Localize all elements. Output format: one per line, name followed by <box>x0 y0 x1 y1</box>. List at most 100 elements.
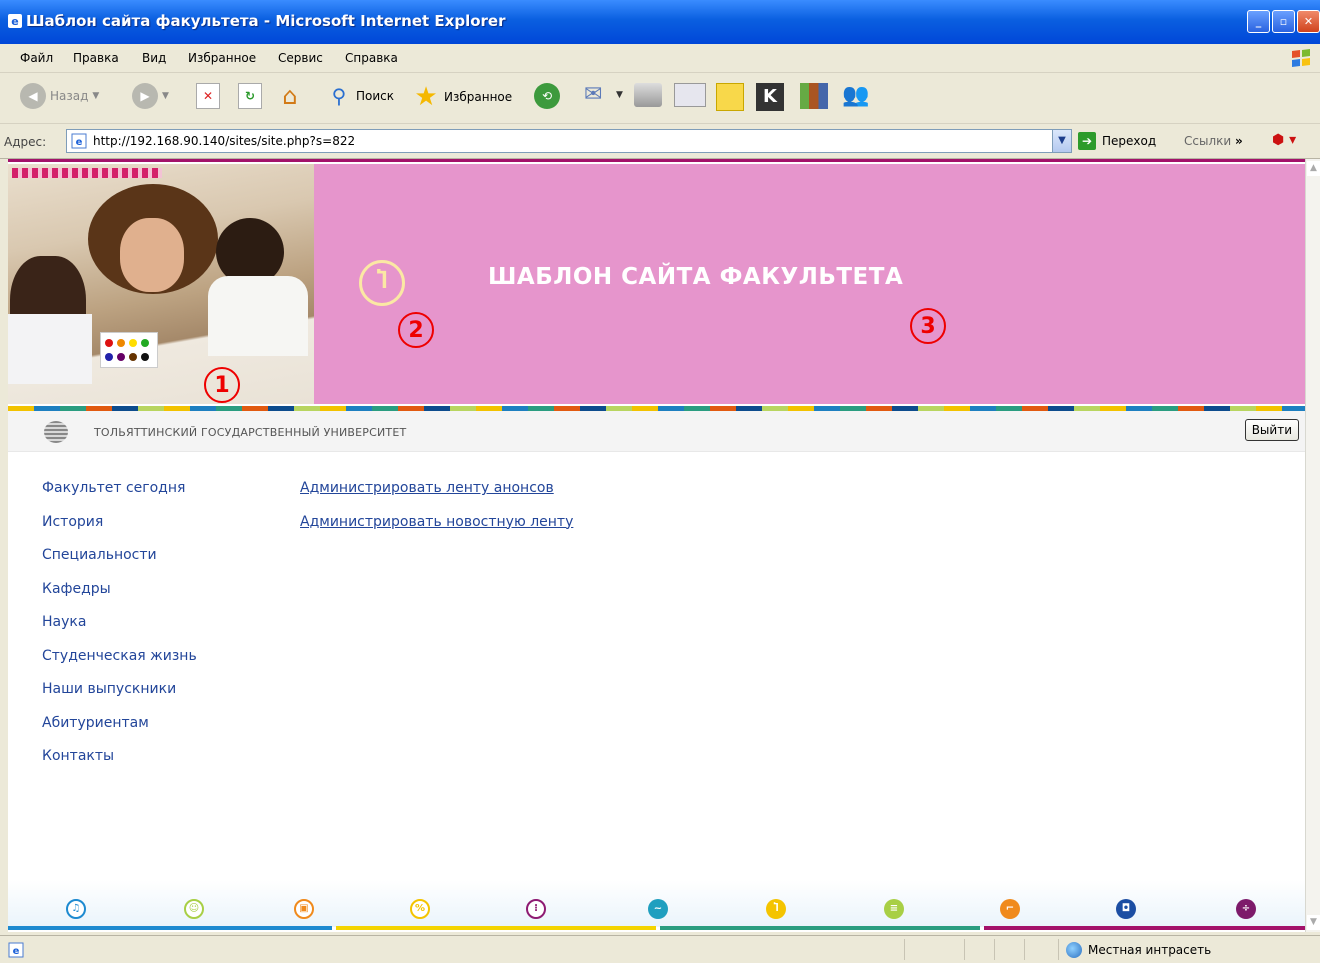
percent-icon[interactable]: % <box>410 899 430 919</box>
nav-item-science[interactable]: Наука <box>42 614 197 648</box>
smile-icon[interactable]: ☺ <box>184 899 204 919</box>
menu-view[interactable]: Вид <box>142 51 166 65</box>
menu-tools[interactable]: Сервис <box>278 51 323 65</box>
lines-icon[interactable]: ≡ <box>884 899 904 919</box>
admin-announcements-link[interactable]: Администрировать ленту анонсов <box>300 480 573 514</box>
nav-item-alumni[interactable]: Наши выпускники <box>42 681 197 715</box>
k-icon: K <box>756 83 784 111</box>
address-bar: Адрес: e http://192.168.90.140/sites/sit… <box>0 124 1320 159</box>
divide-icon[interactable]: ÷ <box>1236 899 1256 919</box>
close-button[interactable]: ✕ <box>1297 10 1320 33</box>
links-button[interactable]: Ссылки » <box>1184 134 1243 148</box>
status-divider <box>904 939 905 960</box>
history-button[interactable]: ⟲ <box>534 83 560 109</box>
stop-button[interactable]: ✕ <box>196 83 220 109</box>
go-arrow-icon: ➔ <box>1078 132 1096 150</box>
menu-favorites[interactable]: Избранное <box>188 51 256 65</box>
music-icon[interactable]: ♫ <box>66 899 86 919</box>
nav-item-departments[interactable]: Кафедры <box>42 581 197 615</box>
print-button[interactable] <box>634 83 662 107</box>
address-label: Адрес: <box>4 135 47 149</box>
mail-button[interactable]: ✉ ▼ <box>584 83 623 107</box>
k-button[interactable]: K <box>756 83 784 111</box>
header-photo <box>8 164 314 404</box>
status-divider <box>1024 939 1025 960</box>
status-divider <box>1058 939 1059 960</box>
refresh-button[interactable]: ↻ <box>238 83 262 109</box>
nav-item-applicants[interactable]: Абитуриентам <box>42 715 197 749</box>
window-titlebar[interactable]: e Шаблон сайта факультета - Microsoft In… <box>0 0 1320 44</box>
logout-button[interactable]: Выйти <box>1244 419 1299 441</box>
ie-app-icon: e <box>8 14 22 28</box>
home-icon: ⌂ <box>282 82 298 110</box>
favorites-button[interactable]: ★ Избранное <box>412 83 512 111</box>
photo-teacher-face <box>120 218 184 292</box>
go-button[interactable]: ➔ Переход <box>1078 132 1156 150</box>
go-label: Переход <box>1102 134 1157 148</box>
admin-news-link[interactable]: Администрировать новостную ленту <box>300 514 573 548</box>
svg-text:e: e <box>76 137 83 148</box>
forward-arrow-icon: ▶ <box>132 83 158 109</box>
sticky-note-icon <box>716 83 744 111</box>
research-button[interactable] <box>800 83 828 109</box>
address-input[interactable]: e http://192.168.90.140/sites/site.php?s… <box>66 129 1072 153</box>
address-url: http://192.168.90.140/sites/site.php?s=8… <box>93 134 356 148</box>
history-icon: ⟲ <box>534 83 560 109</box>
acrobat-icon[interactable]: ⬢ ▾ <box>1272 132 1296 148</box>
home-button[interactable]: ⌂ <box>276 83 304 109</box>
wave-icon[interactable]: ~ <box>648 899 668 919</box>
dots-icon[interactable]: ⁝ <box>526 899 546 919</box>
zone-label: Местная интрасеть <box>1088 943 1212 957</box>
site-title: ШАБЛОН САЙТА ФАКУЛЬТЕТА <box>488 264 904 290</box>
svg-text:e: e <box>13 946 20 957</box>
nav-item-faculty-today[interactable]: Факультет сегодня <box>42 480 197 514</box>
decor-flags <box>12 168 162 178</box>
university-bar: ТОЛЬЯТТИНСКИЙ ГОСУДАРСТВЕННЫЙ УНИВЕРСИТЕ… <box>8 411 1305 452</box>
toolbar: ◀ Назад ▼ ▶ ▼ ✕ ↻ ⌂ ⚲ Поиск ★ Избранное … <box>0 73 1320 124</box>
edit-button[interactable] <box>674 83 706 107</box>
status-divider <box>994 939 995 960</box>
address-dropdown-icon[interactable]: ▼ <box>1052 130 1071 152</box>
menu-file[interactable]: Файл <box>20 51 53 65</box>
nav-item-contacts[interactable]: Контакты <box>42 748 197 782</box>
status-bar: e Местная интрасеть <box>0 935 1320 963</box>
messenger-button[interactable]: 👥 <box>842 83 870 109</box>
scroll-down-icon[interactable]: ▼ <box>1307 915 1320 930</box>
annotation-marker-2: 2 <box>398 312 434 348</box>
messenger-icon: 👥 <box>842 83 870 108</box>
svg-text:e: e <box>11 15 18 28</box>
back-label: Назад <box>50 89 89 103</box>
footer-strip-green <box>660 926 980 930</box>
annotation-marker-3: 3 <box>910 308 946 344</box>
menu-help[interactable]: Справка <box>345 51 398 65</box>
main-nav: Факультет сегодня История Специальности … <box>42 480 197 782</box>
annotation-marker-1: 1 <box>204 367 240 403</box>
nav-item-student-life[interactable]: Студенческая жизнь <box>42 648 197 682</box>
security-zone: Местная интрасеть <box>1066 942 1211 958</box>
forward-button[interactable]: ▶ ▼ <box>132 83 169 109</box>
books-icon <box>800 83 828 109</box>
maximize-button[interactable]: ▫ <box>1272 10 1295 33</box>
page-icon: e <box>71 133 87 149</box>
notes-button[interactable] <box>716 83 744 111</box>
footer-strip-purple <box>984 926 1305 930</box>
minimize-button[interactable]: _ <box>1247 10 1270 33</box>
corners-icon[interactable]: ⌐ <box>1000 899 1020 919</box>
back-button[interactable]: ◀ Назад ▼ <box>20 83 99 109</box>
menu-edit[interactable]: Правка <box>73 51 119 65</box>
search-button[interactable]: ⚲ Поиск <box>326 83 394 109</box>
faculty-logo-icon: Ⴈ <box>359 260 405 306</box>
chevron-down-icon: ▼ <box>162 91 169 101</box>
edit-icon <box>674 83 706 107</box>
box-icon[interactable]: ◘ <box>1116 899 1136 919</box>
stop-icon: ✕ <box>196 83 220 109</box>
square-icon[interactable]: ▣ <box>294 899 314 919</box>
search-icon: ⚲ <box>331 84 347 108</box>
nav-item-history[interactable]: История <box>42 514 197 548</box>
scroll-up-icon[interactable]: ▲ <box>1307 161 1320 176</box>
nav-item-specialties[interactable]: Специальности <box>42 547 197 581</box>
l-icon[interactable]: Ⴈ <box>766 899 786 919</box>
mail-icon: ✉ <box>584 82 603 107</box>
vertical-scrollbar[interactable]: ▲ ▼ <box>1305 159 1320 932</box>
photo-girl-shirt <box>8 314 92 384</box>
